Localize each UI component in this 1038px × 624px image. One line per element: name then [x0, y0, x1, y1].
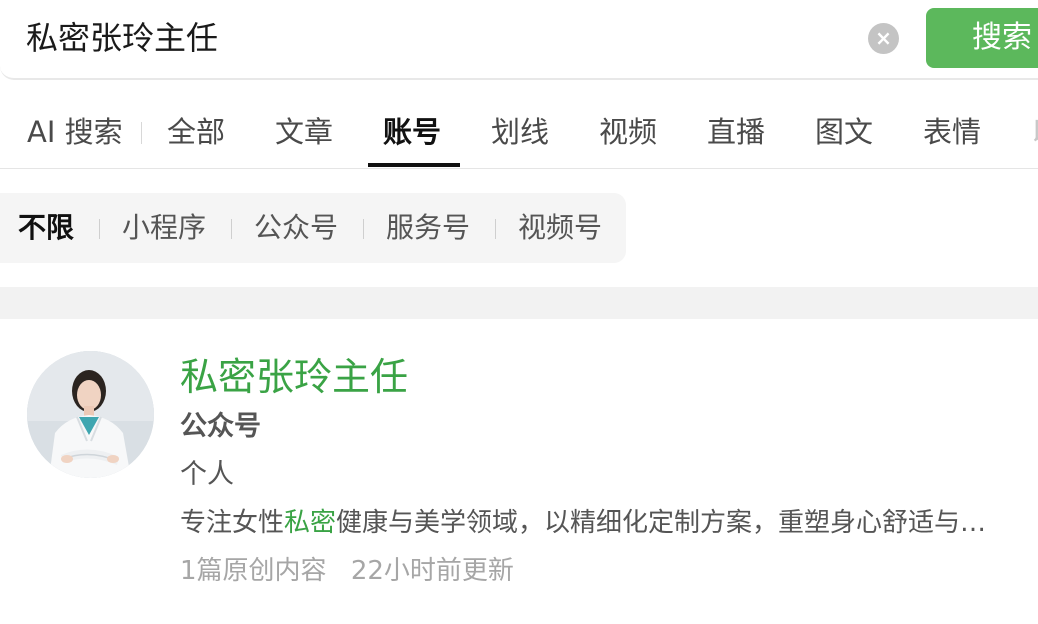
account-result-card[interactable]: 私密张玲主任 公众号 个人 专注女性私密健康与美学领域，以精细化定制方案，重塑身…: [0, 319, 1038, 624]
filter-divider: [495, 219, 496, 239]
updated-time: 22小时前更新: [350, 556, 514, 586]
tab-divider: [141, 122, 142, 144]
filter-divider: [363, 219, 364, 239]
tab-videos[interactable]: 视频: [599, 112, 657, 152]
filter-unlimited[interactable]: 不限: [18, 208, 74, 248]
tab-more[interactable]: 以: [1031, 112, 1038, 152]
search-button[interactable]: 搜索: [926, 8, 1038, 68]
tab-highlights[interactable]: 划线: [491, 112, 549, 152]
tab-live[interactable]: 直播: [707, 112, 765, 152]
tab-articles[interactable]: 文章: [275, 112, 333, 152]
desc-highlight: 私密: [284, 508, 337, 538]
tab-image-text[interactable]: 图文: [815, 112, 873, 152]
account-type: 公众号: [180, 411, 261, 442]
tab-all[interactable]: 全部: [167, 112, 225, 152]
clear-icon[interactable]: ×: [868, 23, 899, 54]
desc-prefix: 专注女性: [180, 508, 285, 538]
account-description: 专注女性私密健康与美学领域，以精细化定制方案，重塑身心舒适与…: [180, 505, 1038, 541]
account-meta: 1篇原创内容 22小时前更新: [180, 553, 514, 589]
filter-channels[interactable]: 视频号: [518, 208, 602, 248]
account-name[interactable]: 私密张玲主任: [180, 355, 408, 399]
account-subtype: 个人: [180, 459, 234, 490]
tab-accounts[interactable]: 账号: [383, 112, 441, 152]
filter-divider: [99, 219, 100, 239]
search-bar: 私密张玲主任 × 搜索: [0, 0, 1038, 80]
search-input[interactable]: 私密张玲主任: [26, 18, 218, 58]
active-tab-indicator: [368, 163, 460, 167]
filter-service-account[interactable]: 服务号: [386, 208, 470, 248]
desc-suffix: 健康与美学领域，以精细化定制方案，重塑身心舒适与…: [336, 508, 987, 538]
doctor-avatar[interactable]: [27, 351, 154, 478]
filter-official-account[interactable]: 公众号: [254, 208, 338, 248]
original-count: 1篇原创内容: [180, 556, 327, 586]
tab-bar: AI 搜索 全部 文章 账号 划线 视频 直播 图文 表情 以: [0, 96, 1038, 169]
account-type-filter: 不限 小程序 公众号 服务号 视频号: [0, 193, 626, 263]
tab-ai-search[interactable]: AI 搜索: [27, 112, 123, 152]
filter-mini-program[interactable]: 小程序: [122, 208, 206, 248]
tab-stickers[interactable]: 表情: [923, 112, 981, 152]
section-divider: [0, 287, 1038, 319]
filter-divider: [231, 219, 232, 239]
